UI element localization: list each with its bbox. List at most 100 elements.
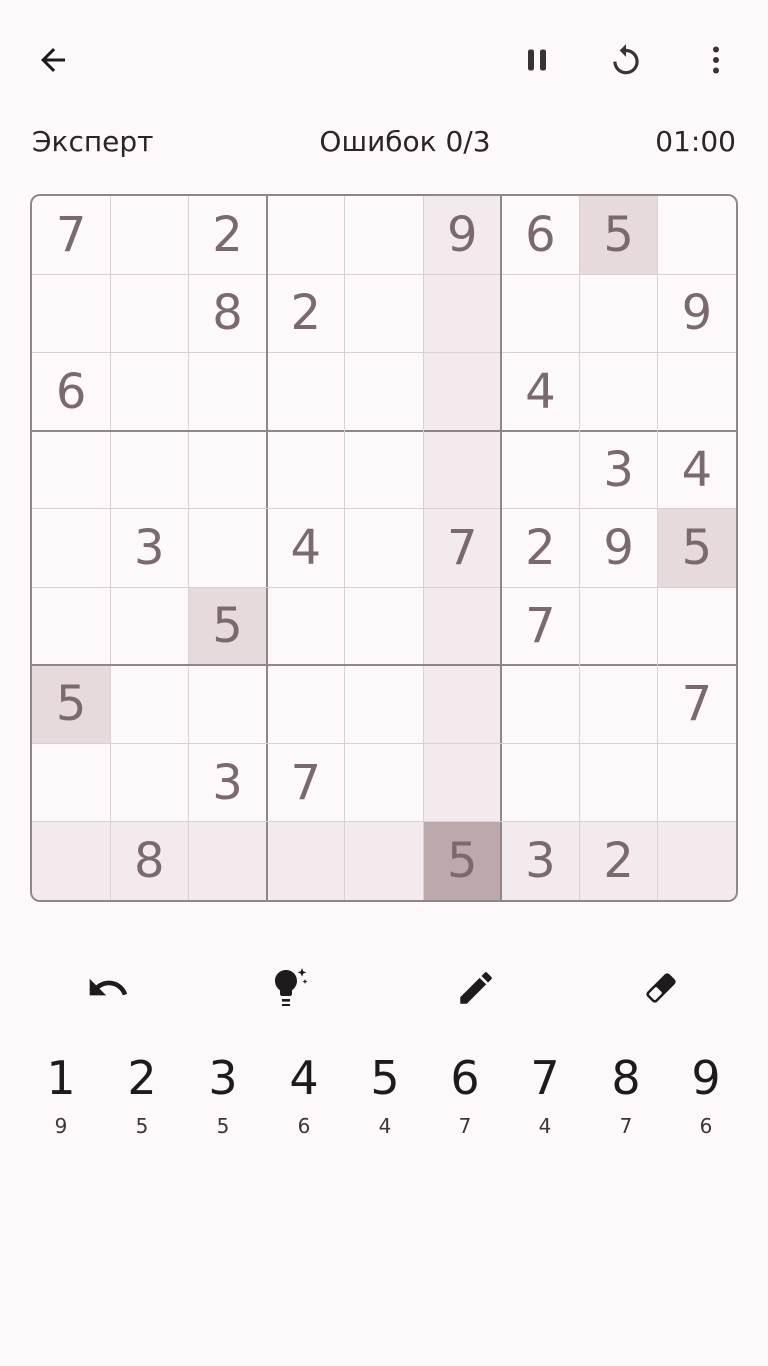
number-key-remaining: 7 (619, 1114, 633, 1138)
number-key-remaining: 4 (538, 1114, 552, 1138)
board-cell[interactable] (580, 274, 658, 352)
board-cell[interactable] (423, 274, 502, 353)
board-cell[interactable]: 6 (501, 196, 579, 274)
number-key-5[interactable]: 54 (345, 1045, 425, 1155)
number-key-9[interactable]: 96 (666, 1045, 746, 1155)
board-cell[interactable]: 2 (267, 274, 345, 352)
board-cell[interactable] (32, 431, 110, 509)
board-cell[interactable] (345, 509, 423, 587)
back-button[interactable] (25, 32, 81, 88)
board-cell[interactable]: 5 (657, 508, 736, 588)
board-cell[interactable]: 4 (267, 509, 345, 587)
board-cell[interactable]: 8 (188, 274, 266, 352)
board-cell[interactable] (423, 587, 502, 666)
board-cell[interactable] (423, 743, 502, 822)
board-cell[interactable] (345, 744, 423, 822)
board-cell[interactable]: 2 (188, 196, 266, 274)
board-cell[interactable] (501, 274, 579, 352)
board-cell[interactable] (423, 665, 502, 744)
board-cell[interactable] (423, 430, 502, 509)
board-cell[interactable]: 7 (501, 587, 579, 665)
board-cell[interactable] (658, 196, 736, 274)
board-cell[interactable]: 6 (32, 352, 110, 430)
board-cell[interactable] (580, 587, 658, 665)
board-cell[interactable]: 8 (110, 821, 189, 900)
number-key-2[interactable]: 25 (102, 1045, 182, 1155)
board-cell[interactable] (188, 665, 266, 743)
board-cell[interactable] (345, 196, 423, 274)
board-cell[interactable]: 9 (658, 274, 736, 352)
number-key-7[interactable]: 74 (505, 1045, 585, 1155)
erase-button[interactable] (631, 958, 691, 1018)
board-cell[interactable] (658, 744, 736, 822)
board-cell[interactable] (110, 665, 188, 743)
board-cell[interactable] (344, 821, 424, 900)
board-cell[interactable] (110, 587, 188, 665)
board-cell[interactable]: 9 (423, 196, 502, 275)
board-cell[interactable] (345, 665, 423, 743)
board-cell[interactable] (580, 352, 658, 430)
hint-button[interactable] (258, 958, 318, 1018)
pause-button[interactable] (509, 32, 565, 88)
number-key-1[interactable]: 19 (21, 1045, 101, 1155)
board-cell[interactable] (32, 274, 110, 352)
board-cell[interactable] (657, 821, 736, 900)
board-cell[interactable] (580, 744, 658, 822)
board-cell[interactable] (110, 274, 188, 352)
board-cell[interactable] (345, 274, 423, 352)
board-cell[interactable]: 3 (110, 509, 188, 587)
board-cell[interactable] (110, 744, 188, 822)
board-cell[interactable] (267, 352, 345, 430)
board-cell[interactable]: 5 (579, 196, 658, 275)
board-cell[interactable]: 7 (423, 508, 502, 588)
notes-button[interactable] (446, 958, 506, 1018)
board-cell[interactable] (110, 352, 188, 430)
board-cell[interactable] (267, 587, 345, 665)
board-cell[interactable] (423, 352, 502, 431)
board-cell[interactable] (32, 744, 110, 822)
board-cell[interactable] (658, 587, 736, 665)
undo-button[interactable] (78, 958, 138, 1018)
board-cell[interactable] (188, 431, 266, 509)
board-cell[interactable] (580, 665, 658, 743)
board-cell[interactable]: 9 (580, 509, 658, 587)
board-cell[interactable] (110, 431, 188, 509)
board-cell[interactable]: 7 (658, 665, 736, 743)
board-cell[interactable]: 5 (423, 821, 502, 900)
board-cell[interactable] (267, 431, 345, 509)
board-cell[interactable] (188, 352, 266, 430)
board-cell[interactable]: 2 (579, 821, 658, 900)
board-cell[interactable]: 5 (32, 665, 111, 744)
board-cell[interactable]: 4 (658, 431, 736, 509)
board-cell[interactable] (267, 665, 345, 743)
board-cell[interactable] (32, 821, 111, 900)
board-cell[interactable] (345, 431, 423, 509)
number-key-3[interactable]: 35 (183, 1045, 263, 1155)
board-cell[interactable] (501, 665, 579, 743)
number-key-8[interactable]: 87 (586, 1045, 666, 1155)
board-cell[interactable] (345, 587, 423, 665)
board-cell[interactable]: 2 (501, 509, 579, 587)
board-cell[interactable] (188, 821, 267, 900)
board-cell[interactable] (266, 821, 345, 900)
board-cell[interactable]: 3 (188, 744, 266, 822)
board-cell[interactable] (501, 431, 579, 509)
board-cell[interactable]: 7 (32, 196, 110, 274)
board-cell[interactable] (501, 744, 579, 822)
board-cell[interactable] (658, 352, 736, 430)
board-cell[interactable]: 5 (188, 587, 267, 666)
board-cell[interactable] (32, 509, 110, 587)
board-cell[interactable]: 4 (501, 352, 579, 430)
board-cell[interactable] (345, 352, 423, 430)
board-cell[interactable] (32, 587, 110, 665)
board-cell[interactable]: 3 (580, 431, 658, 509)
more-menu-button[interactable] (688, 32, 744, 88)
board-cell[interactable]: 3 (501, 821, 580, 900)
number-key-4[interactable]: 46 (264, 1045, 344, 1155)
board-cell[interactable] (267, 196, 345, 274)
number-key-6[interactable]: 67 (425, 1045, 505, 1155)
restart-button[interactable] (598, 32, 654, 88)
board-cell[interactable]: 7 (267, 744, 345, 822)
board-cell[interactable] (188, 509, 266, 587)
board-cell[interactable] (110, 196, 188, 274)
